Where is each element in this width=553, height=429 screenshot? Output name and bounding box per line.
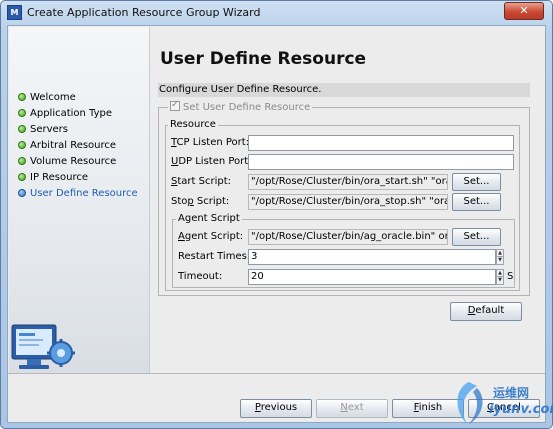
- title-bar[interactable]: M Create Application Resource Group Wiza…: [1, 1, 552, 25]
- watermark-swirl-icon: [457, 382, 483, 424]
- label-text: DP Listen Port:: [178, 156, 252, 167]
- close-button[interactable]: ✕: [504, 2, 544, 20]
- step-label: Arbitral Resource: [30, 140, 117, 151]
- page-title: User Define Resource: [160, 49, 367, 69]
- step-ip-resource: IP Resource: [18, 171, 88, 185]
- step-done-icon: [18, 125, 26, 133]
- spin-up-icon[interactable]: ▲: [497, 270, 503, 277]
- agent-script-set-button[interactable]: Set...: [452, 228, 501, 246]
- step-label: Welcome: [30, 92, 76, 103]
- step-done-icon: [18, 109, 26, 117]
- watermark-url: iyunv.com: [489, 402, 553, 417]
- step-application-type: Application Type: [18, 107, 112, 121]
- timeout-unit: S: [507, 271, 514, 282]
- watermark: 运维网 iyunv.com: [441, 378, 553, 428]
- step-done-icon: [18, 141, 26, 149]
- spin-down-icon[interactable]: ▼: [497, 277, 503, 284]
- set-user-define-label: Set User Define Resource: [183, 102, 311, 113]
- default-button[interactable]: Default: [450, 302, 522, 321]
- timeout-label: Timeout:: [178, 271, 223, 282]
- restart-times-input[interactable]: 3: [248, 249, 496, 265]
- steps-sidebar: Welcome Application Type Servers Arbitra…: [9, 27, 150, 373]
- step-label: User Define Resource: [30, 188, 138, 199]
- label-text: gent Script:: [184, 231, 244, 242]
- next-button[interactable]: Next: [316, 399, 388, 418]
- button-label: ext: [347, 402, 364, 413]
- label-text: Sto: [171, 196, 188, 207]
- udp-port-input[interactable]: [248, 154, 514, 170]
- button-label: efault: [475, 305, 505, 316]
- udp-port-label: UDP Listen Port:: [171, 155, 252, 169]
- step-label: Volume Resource: [30, 156, 117, 167]
- timeout-spinner[interactable]: ▲ ▼: [496, 269, 504, 285]
- start-script-set-button[interactable]: Set...: [452, 173, 501, 191]
- checkbox-checked-icon[interactable]: [170, 99, 180, 111]
- stop-script-set-button[interactable]: Set...: [452, 193, 501, 211]
- label-text: Script:: [193, 196, 230, 207]
- button-label: inish: [418, 402, 443, 413]
- button-label: revious: [260, 402, 298, 413]
- step-welcome: Welcome: [18, 91, 76, 105]
- wizard-window: M Create Application Resource Group Wiza…: [0, 0, 553, 429]
- window-title: Create Application Resource Group Wizard: [27, 6, 261, 19]
- start-script-field: "/opt/Rose/Cluster/bin/ora_start.sh" "or…: [248, 174, 448, 190]
- monitor-gear-icon: [11, 324, 75, 369]
- spin-down-icon[interactable]: ▼: [497, 257, 503, 264]
- step-current-icon: [18, 189, 26, 197]
- resource-group-legend: Resource: [168, 119, 218, 131]
- restart-times-spinner[interactable]: ▲ ▼: [496, 249, 504, 265]
- mnemonic: A: [178, 231, 185, 242]
- stop-script-label: Stop Script:: [171, 195, 229, 209]
- label-text: tart Script:: [177, 176, 231, 187]
- label-text: CP Listen Port:: [176, 137, 250, 148]
- timeout-input[interactable]: 20: [248, 269, 496, 285]
- step-label: Servers: [30, 124, 69, 135]
- wizard-client-area: Welcome Application Type Servers Arbitra…: [7, 25, 546, 423]
- page-subtitle: Configure User Define Resource.: [158, 83, 530, 97]
- set-user-define-checkbox[interactable]: Set User Define Resource: [168, 99, 313, 114]
- start-script-label: Start Script:: [171, 175, 231, 189]
- mnemonic: N: [340, 402, 348, 413]
- app-icon: M: [7, 5, 22, 20]
- footer-separator: [8, 373, 545, 374]
- stop-script-field: "/opt/Rose/Cluster/bin/ora_stop.sh" "ora…: [248, 194, 448, 210]
- step-servers: Servers: [18, 123, 68, 137]
- step-label: IP Resource: [30, 172, 89, 183]
- step-done-icon: [18, 93, 26, 101]
- tcp-port-label: TCP Listen Port:: [171, 136, 249, 150]
- tcp-port-input[interactable]: [248, 135, 514, 151]
- watermark-cn-text: 运维网: [493, 386, 530, 400]
- step-volume-resource: Volume Resource: [18, 155, 116, 169]
- step-done-icon: [18, 173, 26, 181]
- step-done-icon: [18, 157, 26, 165]
- step-user-define-resource: User Define Resource: [18, 187, 138, 201]
- agent-script-legend: Agent Script: [176, 213, 242, 225]
- step-label: Application Type: [30, 108, 113, 119]
- restart-times-label: Restart Times:: [178, 251, 251, 262]
- agent-script-field: "/opt/Rose/Cluster/bin/ag_oracle.bin" or…: [248, 229, 448, 245]
- agent-script-label: Agent Script:: [178, 230, 243, 244]
- previous-button[interactable]: Previous: [240, 399, 312, 418]
- step-arbitral-resource: Arbitral Resource: [18, 139, 116, 153]
- spin-up-icon[interactable]: ▲: [497, 250, 503, 257]
